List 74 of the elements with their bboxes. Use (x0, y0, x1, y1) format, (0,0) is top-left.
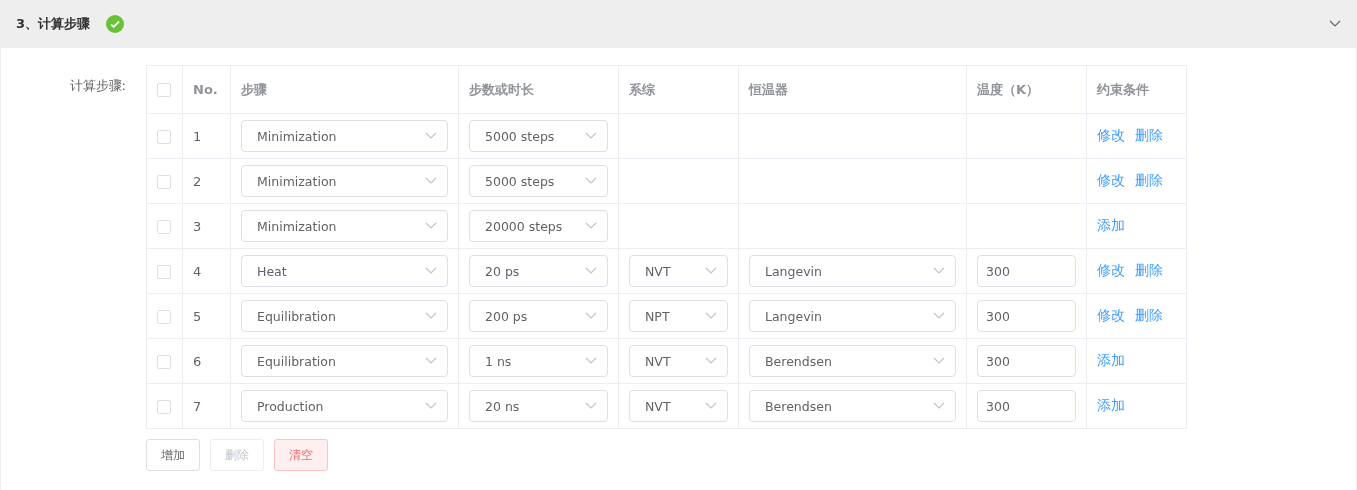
column-header: 恒温器 (749, 81, 788, 97)
select-field[interactable]: NVT (629, 390, 728, 422)
select-field[interactable]: 20 ps (469, 255, 608, 287)
select-field[interactable]: 20000 steps (469, 210, 608, 242)
chevron-down-icon (705, 312, 717, 320)
chevron-down-icon (425, 267, 437, 275)
temperature-field[interactable]: 300 (977, 345, 1076, 377)
chevron-down-icon (425, 222, 437, 230)
checkbox[interactable] (157, 83, 171, 98)
select-field[interactable]: Langevin (749, 255, 956, 287)
select-field[interactable]: Minimization (241, 210, 448, 242)
select-field[interactable]: NPT (629, 300, 728, 332)
field-label: 计算步骤: (68, 77, 127, 95)
chevron-down-icon (425, 402, 437, 410)
chevron-down-icon (933, 267, 945, 275)
select-field[interactable]: NVT (629, 255, 728, 287)
chevron-down-icon (933, 357, 945, 365)
select-field[interactable]: Equilibration (241, 300, 448, 332)
table-button[interactable]: 增加 (146, 439, 200, 471)
select-field[interactable]: NVT (629, 345, 728, 377)
column-header: 步数或时长 (469, 81, 534, 97)
chevron-down-icon (705, 267, 717, 275)
column-header: 温度（K） (977, 81, 1040, 97)
checkbox[interactable] (157, 354, 171, 369)
select-field[interactable]: Production (241, 390, 448, 422)
table-cell: 2 (193, 173, 202, 189)
section-title: 3、计算步骤 (16, 15, 91, 33)
checkbox[interactable] (157, 399, 171, 414)
chevron-down-icon (585, 357, 597, 365)
temperature-field[interactable]: 300 (977, 255, 1076, 287)
select-field[interactable]: 1 ns (469, 345, 608, 377)
checkbox[interactable] (157, 219, 171, 234)
chevron-down-icon (425, 132, 437, 140)
temperature-field[interactable]: 300 (977, 390, 1076, 422)
table-cell: 4 (193, 263, 202, 279)
chevron-down-icon (585, 312, 597, 320)
chevron-down-icon (705, 402, 717, 410)
select-field[interactable]: Berendsen (749, 390, 956, 422)
select-field[interactable]: Berendsen (749, 345, 956, 377)
chevron-down-icon (585, 402, 597, 410)
chevron-icon[interactable] (1329, 20, 1341, 28)
chevron-down-icon (425, 177, 437, 185)
chevron-down-icon (585, 222, 597, 230)
column-header: No. (193, 82, 218, 97)
table-cell: 3 (193, 218, 202, 234)
table-cell: 6 (193, 353, 202, 369)
chevron-down-icon (425, 357, 437, 365)
chevron-down-icon (933, 402, 945, 410)
select-field[interactable]: 5000 steps (469, 120, 608, 152)
column-header: 步骤 (241, 81, 267, 97)
select-field[interactable]: Langevin (749, 300, 956, 332)
checkbox[interactable] (157, 309, 171, 324)
chevron-down-icon (585, 177, 597, 185)
chevron-down-icon (585, 132, 597, 140)
column-header: 系综 (629, 81, 655, 97)
select-field[interactable]: 5000 steps (469, 165, 608, 197)
column-header: 约束条件 (1097, 81, 1149, 97)
select-field[interactable]: 200 ps (469, 300, 608, 332)
chevron-down-icon (425, 312, 437, 320)
chevron-down-icon (933, 312, 945, 320)
checkbox[interactable] (157, 174, 171, 189)
select-field[interactable]: Equilibration (241, 345, 448, 377)
select-field[interactable]: Heat (241, 255, 448, 287)
chevron-down-icon (705, 357, 717, 365)
chevron-down-icon (585, 267, 597, 275)
temperature-field[interactable]: 300 (977, 300, 1076, 332)
checkbox[interactable] (157, 264, 171, 279)
table-cell: 1 (193, 128, 202, 144)
checkbox[interactable] (157, 129, 171, 144)
select-field[interactable]: Minimization (241, 120, 448, 152)
table-cell: 7 (193, 398, 202, 414)
table-cell: 5 (193, 308, 202, 324)
select-field[interactable]: Minimization (241, 165, 448, 197)
select-field[interactable]: 20 ns (469, 390, 608, 422)
